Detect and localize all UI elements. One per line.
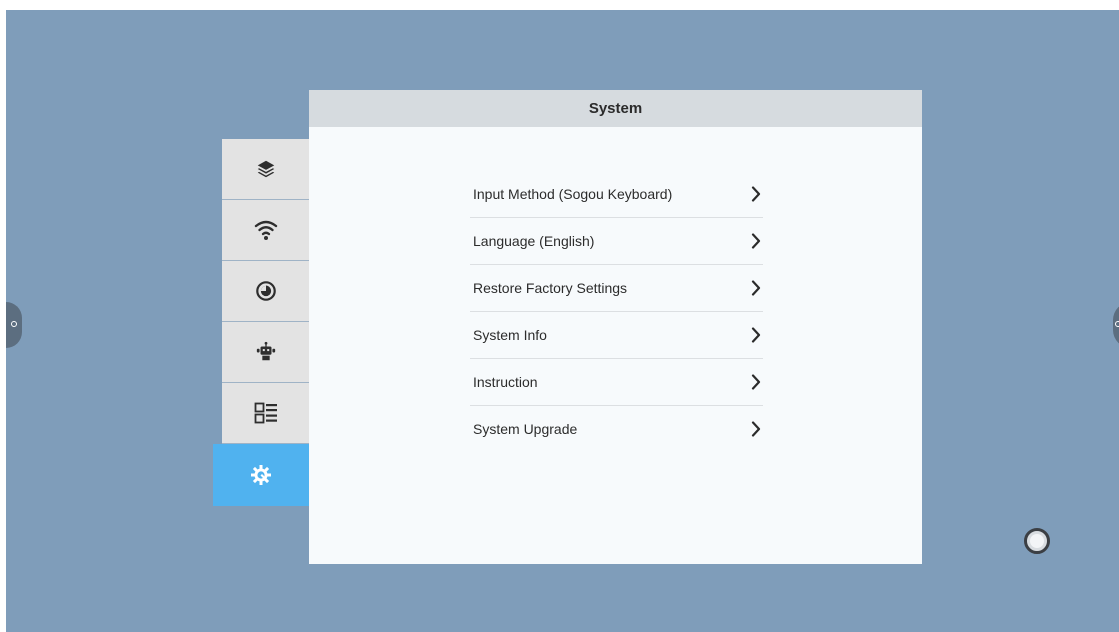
menu-item-instruction[interactable]: Instruction [470,359,763,406]
handle-dot-icon [1115,321,1119,327]
desktop-background: System Input Method (Sogou Keyboard) Lan… [6,10,1119,632]
sidebar-tab-layers[interactable] [222,139,309,200]
chevron-right-icon [751,421,761,437]
sidebar-tab-network[interactable] [222,200,309,261]
chevron-right-icon [751,327,761,343]
layers-icon [255,158,277,180]
menu-item-input-method[interactable]: Input Method (Sogou Keyboard) [470,171,763,218]
chevron-right-icon [751,374,761,390]
panel-header: System [309,90,922,127]
page-title: System [588,100,643,117]
menu-item-restore-factory[interactable]: Restore Factory Settings [470,265,763,312]
system-settings-panel: System Input Method (Sogou Keyboard) Lan… [309,90,922,564]
chevron-right-icon [751,280,761,296]
menu-item-language[interactable]: Language (English) [470,218,763,265]
robot-icon [255,341,277,363]
floating-assistive-button[interactable] [1024,528,1050,554]
settings-sidebar [213,139,309,506]
menu-item-label: System Info [473,327,547,343]
menu-item-label: System Upgrade [473,421,578,437]
sidebar-tab-time[interactable] [222,261,309,322]
menu-item-label: Input Method (Sogou Keyboard) [473,186,673,202]
chevron-right-icon [751,233,761,249]
menu-item-system-upgrade[interactable]: System Upgrade [470,406,763,452]
right-edge-toolbar-handle[interactable] [1113,302,1119,348]
menu-item-system-info[interactable]: System Info [470,312,763,359]
wifi-icon [254,219,278,241]
menu-item-label: Instruction [473,374,538,390]
menu-item-label: Restore Factory Settings [473,280,628,296]
sidebar-tab-display[interactable] [222,383,309,444]
menu-item-label: Language (English) [473,233,595,249]
system-menu-list: Input Method (Sogou Keyboard) Language (… [470,171,763,452]
left-edge-toolbar-handle[interactable] [6,302,22,348]
settings-gear-icon [249,463,273,487]
list-layout-icon [254,402,278,424]
clock-icon [255,280,277,302]
sidebar-tab-system[interactable] [213,444,309,506]
chevron-right-icon [751,186,761,202]
sidebar-tab-assistant[interactable] [222,322,309,383]
handle-dot-icon [11,321,17,327]
